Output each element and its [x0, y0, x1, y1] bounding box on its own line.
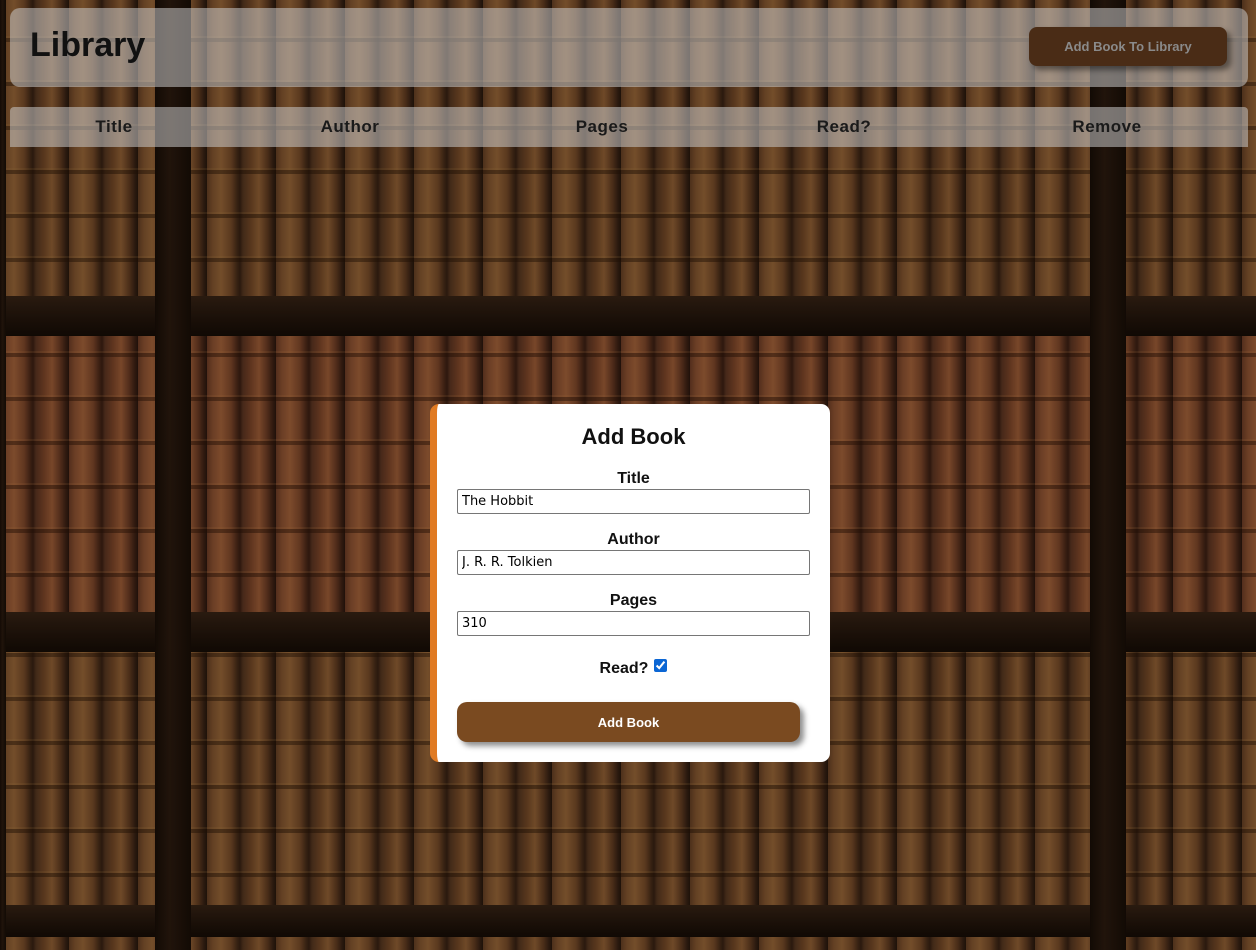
- add-book-dialog: Add Book Title Author Pages Read? Add Bo…: [430, 404, 830, 762]
- library-header: Library Add Book To Library: [10, 8, 1248, 87]
- dialog-title: Add Book: [581, 424, 686, 449]
- column-header-remove: Remove: [1072, 117, 1142, 136]
- page-title: Library: [30, 26, 146, 64]
- add-book-submit-button[interactable]: Add Book: [457, 702, 800, 742]
- pages-field-label: Pages: [609, 592, 658, 609]
- read-label: Read?: [599, 660, 649, 677]
- column-header-pages: Pages: [575, 117, 629, 136]
- title-input[interactable]: [457, 489, 810, 514]
- library-table-header: Title Author Pages Read? Remove: [10, 107, 1248, 147]
- read-checkbox[interactable]: [654, 659, 668, 672]
- author-input[interactable]: [457, 550, 810, 575]
- pages-input[interactable]: [457, 611, 810, 636]
- add-book-to-library-button[interactable]: Add Book To Library: [1029, 27, 1227, 66]
- title-field-label: Title: [617, 470, 650, 487]
- column-header-title: Title: [95, 117, 133, 136]
- author-field-label: Author: [607, 531, 660, 548]
- column-header-read: Read?: [816, 117, 872, 136]
- read-row: Read?: [437, 659, 830, 678]
- column-header-author: Author: [320, 117, 380, 136]
